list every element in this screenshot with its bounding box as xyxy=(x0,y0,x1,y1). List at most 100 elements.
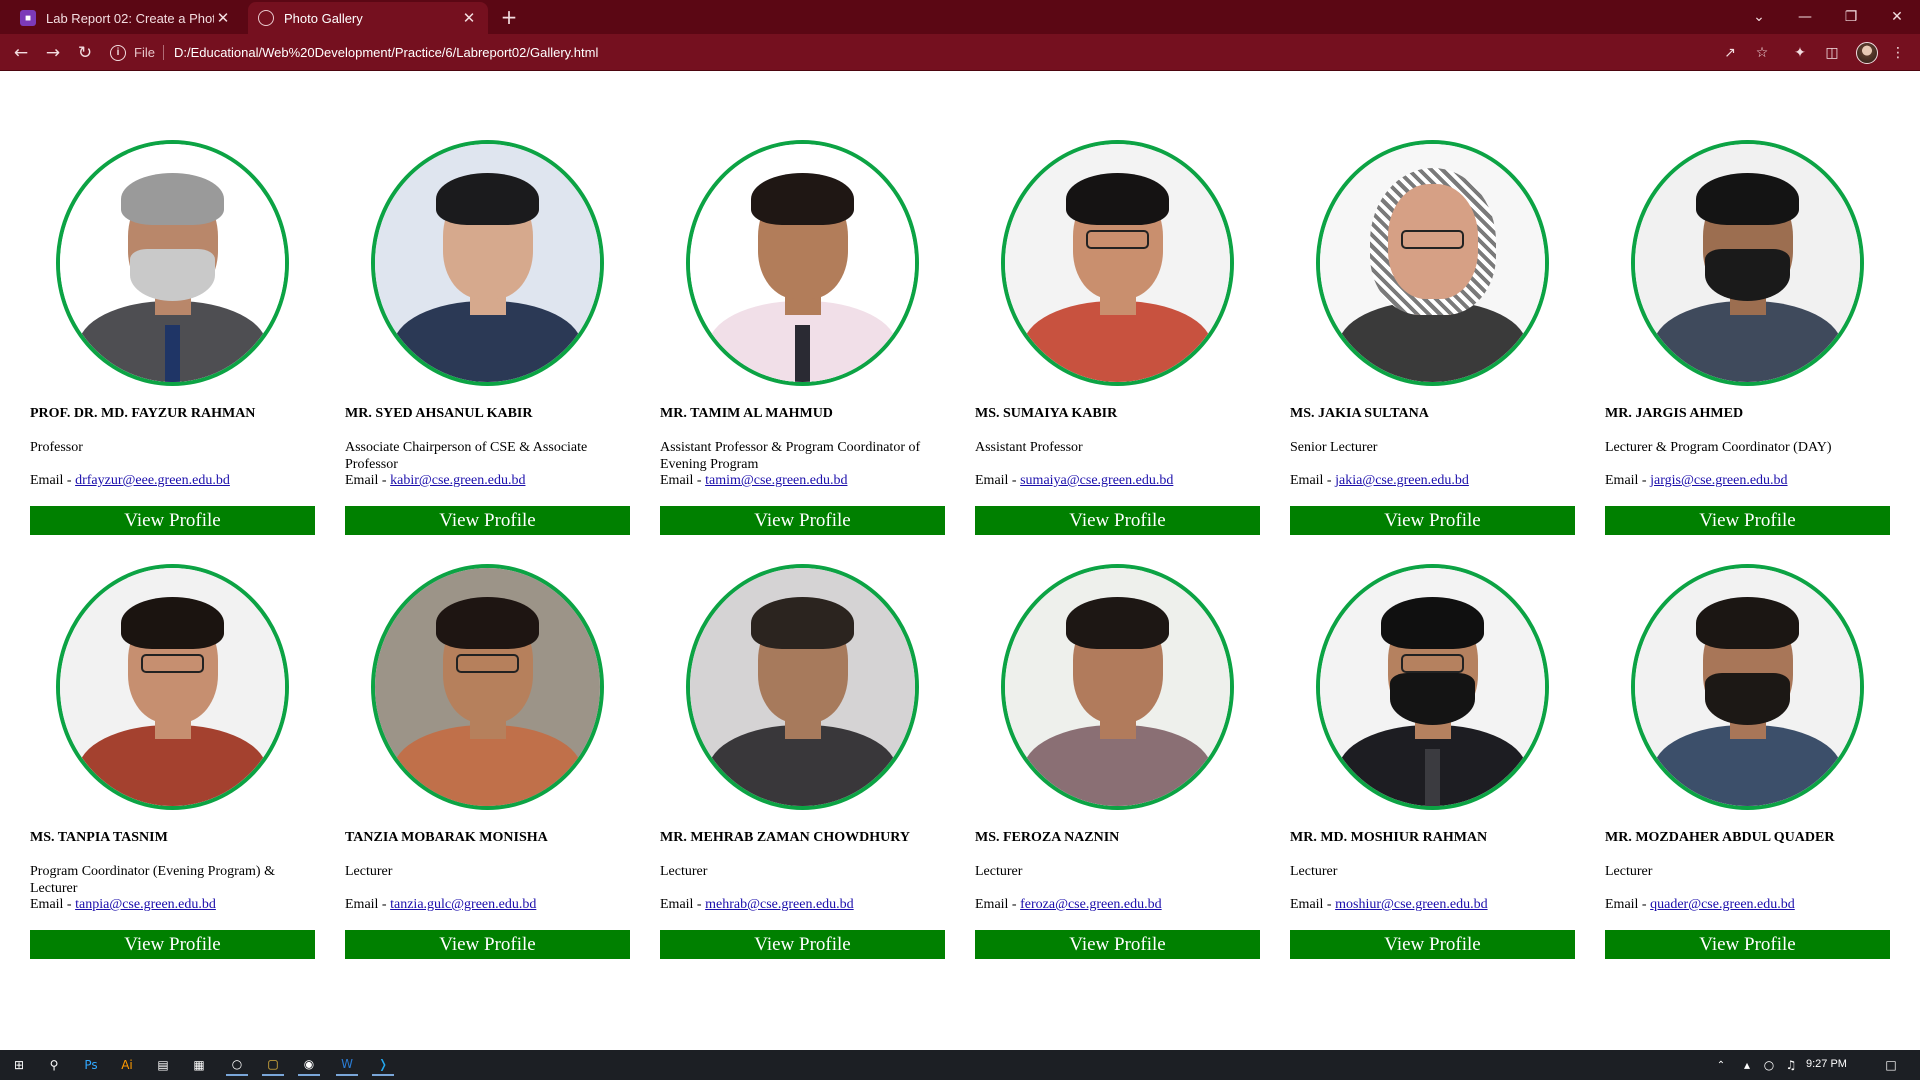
email-link[interactable]: kabir@cse.green.edu.bd xyxy=(390,473,525,488)
profile-photo xyxy=(686,140,919,386)
close-window-icon[interactable]: ✕ xyxy=(1874,0,1920,34)
view-profile-button[interactable]: View Profile xyxy=(660,930,945,959)
email-link[interactable]: jargis@cse.green.edu.bd xyxy=(1650,473,1787,488)
notifications-icon[interactable]: □ xyxy=(1880,1054,1902,1076)
profile-card: MR. MD. MOSHIUR RAHMAN Lecturer Email - … xyxy=(1290,564,1575,962)
tab-photo-gallery[interactable]: Photo Gallery ✕ xyxy=(248,2,488,34)
snipping-tool-icon[interactable]: ○ xyxy=(226,1054,248,1076)
word-icon[interactable]: W xyxy=(336,1054,358,1076)
windows-start-icon[interactable]: ⊞ xyxy=(8,1054,30,1076)
view-profile-button[interactable]: View Profile xyxy=(1290,930,1575,959)
person-role: Lecturer xyxy=(345,864,393,879)
show-hidden-icons-icon[interactable]: ⌃ xyxy=(1710,1054,1732,1076)
person-name: MS. FEROZA NAZNIN xyxy=(975,830,1120,845)
chrome-icon[interactable]: ◉ xyxy=(298,1054,320,1076)
person-role: Professor xyxy=(30,440,83,455)
email-prefix: Email - xyxy=(660,473,706,488)
view-profile-button[interactable]: View Profile xyxy=(1290,506,1575,535)
illustrator-icon[interactable]: Ai xyxy=(116,1054,138,1076)
view-profile-button[interactable]: View Profile xyxy=(30,930,315,959)
side-panel-icon[interactable]: ◫ xyxy=(1822,43,1842,63)
notepad-icon[interactable]: ▤ xyxy=(152,1054,174,1076)
globe-icon xyxy=(258,10,274,26)
wifi-icon[interactable]: ○ xyxy=(1758,1054,1780,1076)
email-line: Email - mehrab@cse.green.edu.bd xyxy=(660,897,854,913)
person-role: Lecturer xyxy=(660,864,708,879)
view-profile-button[interactable]: View Profile xyxy=(1605,506,1890,535)
email-line: Email - feroza@cse.green.edu.bd xyxy=(975,897,1162,913)
address-bar[interactable]: i File D:/Educational/Web%20Development/… xyxy=(110,38,1750,67)
email-line: Email - kabir@cse.green.edu.bd xyxy=(345,473,525,489)
email-link[interactable]: drfayzur@eee.green.edu.bd xyxy=(75,473,230,488)
profile-photo xyxy=(1316,140,1549,386)
close-tab-icon[interactable]: ✕ xyxy=(214,9,232,27)
back-icon[interactable]: ← xyxy=(8,40,34,66)
email-prefix: Email - xyxy=(1605,473,1651,488)
email-prefix: Email - xyxy=(975,473,1021,488)
search-icon[interactable]: ⚲ xyxy=(43,1054,65,1076)
profile-photo xyxy=(1001,140,1234,386)
email-prefix: Email - xyxy=(345,473,391,488)
view-profile-button[interactable]: View Profile xyxy=(345,506,630,535)
email-link[interactable]: tanpia@cse.green.edu.bd xyxy=(75,897,216,912)
email-link[interactable]: jakia@cse.green.edu.bd xyxy=(1335,473,1469,488)
restore-icon[interactable]: ❐ xyxy=(1828,0,1874,34)
file-explorer-icon[interactable]: ▢ xyxy=(262,1054,284,1076)
view-profile-button[interactable]: View Profile xyxy=(30,506,315,535)
email-link[interactable]: quader@cse.green.edu.bd xyxy=(1650,897,1795,912)
email-link[interactable]: sumaiya@cse.green.edu.bd xyxy=(1020,473,1173,488)
person-role: Program Coordinator (Evening Program) & … xyxy=(30,864,275,896)
calculator-icon[interactable]: ▦ xyxy=(188,1054,210,1076)
share-icon[interactable]: ↗ xyxy=(1720,43,1740,63)
email-link[interactable]: moshiur@cse.green.edu.bd xyxy=(1335,897,1487,912)
person-name: MR. MOZDAHER ABDUL QUADER xyxy=(1605,830,1835,845)
email-link[interactable]: tanzia.gulc@green.edu.bd xyxy=(390,897,536,912)
person-name: MR. JARGIS AHMED xyxy=(1605,406,1744,421)
profile-photo xyxy=(686,564,919,810)
reload-icon[interactable]: ↻ xyxy=(72,40,98,66)
email-link[interactable]: feroza@cse.green.edu.bd xyxy=(1020,897,1162,912)
profile-photo xyxy=(371,564,604,810)
tab-search-icon[interactable]: ⌄ xyxy=(1736,0,1782,34)
info-icon[interactable]: i xyxy=(110,44,126,61)
profile-photo xyxy=(1316,564,1549,810)
network-icon[interactable]: ▴ xyxy=(1736,1054,1758,1076)
profile-card: PROF. DR. MD. FAYZUR RAHMAN Professor Em… xyxy=(30,140,315,538)
email-link[interactable]: tamim@cse.green.edu.bd xyxy=(705,473,847,488)
profile-card: MR. MOZDAHER ABDUL QUADER Lecturer Email… xyxy=(1605,564,1890,962)
menu-icon[interactable]: ⋮ xyxy=(1888,43,1908,63)
tab-lab-report[interactable]: ■ Lab Report 02: Create a Photo Ga ✕ xyxy=(10,2,242,34)
close-tab-icon[interactable]: ✕ xyxy=(460,9,478,27)
profile-card: MR. SYED AHSANUL KABIR Associate Chairpe… xyxy=(345,140,630,538)
view-profile-button[interactable]: View Profile xyxy=(660,506,945,535)
profile-photo xyxy=(371,140,604,386)
email-line: Email - tamim@cse.green.edu.bd xyxy=(660,473,847,489)
vscode-icon[interactable]: ❭ xyxy=(372,1054,394,1076)
profile-avatar[interactable] xyxy=(1856,42,1878,64)
person-name: MR. SYED AHSANUL KABIR xyxy=(345,406,533,421)
view-profile-button[interactable]: View Profile xyxy=(975,506,1260,535)
photoshop-icon[interactable]: Ps xyxy=(80,1054,102,1076)
minimize-icon[interactable]: — xyxy=(1782,0,1828,34)
person-role: Assistant Professor & Program Coordinato… xyxy=(660,440,921,472)
person-role: Associate Chairperson of CSE & Associate… xyxy=(345,440,588,472)
view-profile-button[interactable]: View Profile xyxy=(975,930,1260,959)
profile-card: MR. TAMIM AL MAHMUD Assistant Professor … xyxy=(660,140,945,538)
email-link[interactable]: mehrab@cse.green.edu.bd xyxy=(705,897,854,912)
volume-icon[interactable]: ♫ xyxy=(1780,1054,1802,1076)
classroom-icon: ■ xyxy=(20,10,36,26)
email-line: Email - moshiur@cse.green.edu.bd xyxy=(1290,897,1488,913)
email-line: Email - quader@cse.green.edu.bd xyxy=(1605,897,1795,913)
bookmark-star-icon[interactable]: ☆ xyxy=(1752,43,1772,63)
clock[interactable]: 9:27 PM xyxy=(1806,1058,1847,1070)
new-tab-button[interactable]: + xyxy=(498,6,520,28)
view-profile-button[interactable]: View Profile xyxy=(345,930,630,959)
url-text[interactable]: D:/Educational/Web%20Development/Practic… xyxy=(174,45,598,60)
profile-card: TANZIA MOBARAK MONISHA Lecturer Email - … xyxy=(345,564,630,962)
forward-icon[interactable]: → xyxy=(40,40,66,66)
extensions-icon[interactable]: ✦ xyxy=(1790,43,1810,63)
email-line: Email - tanzia.gulc@green.edu.bd xyxy=(345,897,536,913)
profile-photo xyxy=(1631,140,1864,386)
person-name: MS. JAKIA SULTANA xyxy=(1290,406,1429,421)
view-profile-button[interactable]: View Profile xyxy=(1605,930,1890,959)
